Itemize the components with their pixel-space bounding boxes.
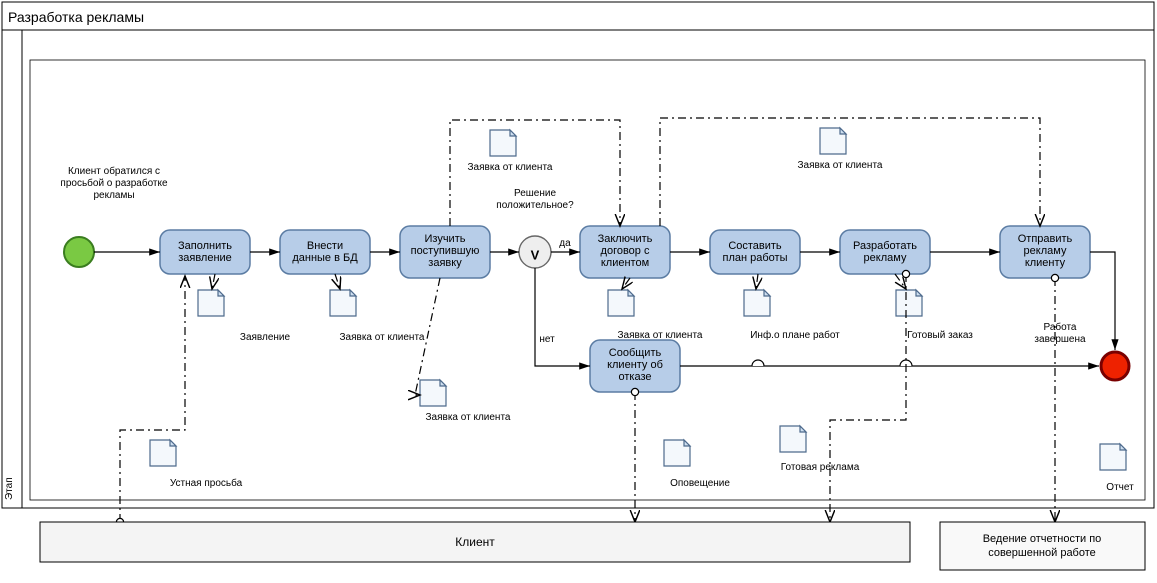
pool-title: Разработка рекламы [8, 9, 144, 25]
svg-text:Заявка от клиента: Заявка от клиента [618, 330, 703, 341]
svg-text:рекламы: рекламы [93, 190, 134, 201]
participant-reporting [940, 522, 1145, 570]
svg-text:совершенной работе: совершенной работе [988, 547, 1096, 559]
svg-text:Изучить: Изучить [425, 233, 466, 245]
svg-text:Оповещение: Оповещение [670, 478, 730, 489]
lane-title: Этап [4, 477, 15, 500]
svg-text:договор с: договор с [601, 245, 650, 257]
svg-text:Заявка от клиента: Заявка от клиента [798, 160, 883, 171]
task-fill-application[interactable]: Заполнить Заполнить заявление заявление [160, 230, 250, 274]
svg-text:рекламу: рекламу [864, 252, 907, 264]
task-develop[interactable]: Разработать рекламу [840, 230, 930, 274]
svg-text:Готовая реклама: Готовая реклама [781, 462, 860, 473]
task-send[interactable]: Отправить рекламу клиенту [1000, 226, 1090, 278]
participant-client-label: Клиент [455, 535, 495, 549]
svg-text:данные в БД: данные в БД [292, 252, 358, 264]
task-plan[interactable]: Составить план работы [710, 230, 800, 274]
svg-text:Заполнить: Заполнить [178, 240, 232, 252]
svg-text:Внести: Внести [307, 240, 343, 252]
svg-text:V: V [531, 247, 540, 262]
svg-text:отказе: отказе [619, 371, 652, 383]
pool-header [2, 2, 1154, 30]
svg-text:Сообщить: Сообщить [609, 347, 662, 359]
task-enter-db[interactable]: Внести данные в БД Внести данные в БД [280, 230, 370, 274]
svg-text:Готовый заказ: Готовый заказ [907, 330, 973, 341]
svg-text:Ведение отчетности по: Ведение отчетности по [983, 533, 1102, 545]
svg-text:Решение: Решение [514, 188, 556, 199]
svg-text:Заявка от клиента: Заявка от клиента [468, 162, 553, 173]
svg-text:Инф.о плане работ: Инф.о плане работ [750, 329, 840, 341]
svg-text:Отправить: Отправить [1018, 233, 1073, 245]
svg-text:Заключить: Заключить [598, 233, 653, 245]
task-refuse[interactable]: Сообщить клиенту об отказе [590, 340, 680, 392]
svg-text:план работы: план работы [723, 252, 788, 264]
label-no: нет [539, 334, 555, 345]
svg-text:Работа: Работа [1044, 321, 1077, 333]
svg-text:Заявление: Заявление [240, 332, 291, 343]
svg-text:Заявка от клиента: Заявка от клиента [340, 332, 425, 343]
svg-text:просьбой о разработке: просьбой о разработке [60, 177, 168, 189]
svg-text:Устная просьба: Устная просьба [170, 477, 243, 489]
svg-text:заявление: заявление [178, 252, 232, 264]
lane-header [2, 30, 22, 508]
svg-text:клиенту: клиенту [1025, 257, 1066, 269]
svg-text:завершена: завершена [1034, 334, 1086, 345]
svg-text:Клиент обратился с: Клиент обратился с [68, 165, 160, 177]
task-contract[interactable]: Заключить договор с клиентом [580, 226, 670, 278]
svg-text:клиентом: клиентом [601, 257, 649, 269]
svg-text:Составить: Составить [728, 240, 782, 252]
svg-text:Разработать: Разработать [853, 240, 917, 252]
svg-text:положительное?: положительное? [496, 200, 574, 211]
svg-text:рекламу: рекламу [1024, 245, 1067, 257]
svg-text:клиенту об: клиенту об [607, 359, 663, 371]
svg-text:Отчет: Отчет [1106, 482, 1134, 493]
svg-text:поступившую: поступившую [411, 245, 480, 257]
task-study-request[interactable]: Изучить поступившую заявку [400, 226, 490, 278]
label-yes: да [559, 238, 571, 249]
svg-text:Заявка от клиента: Заявка от клиента [426, 412, 511, 423]
svg-text:заявку: заявку [428, 257, 462, 269]
